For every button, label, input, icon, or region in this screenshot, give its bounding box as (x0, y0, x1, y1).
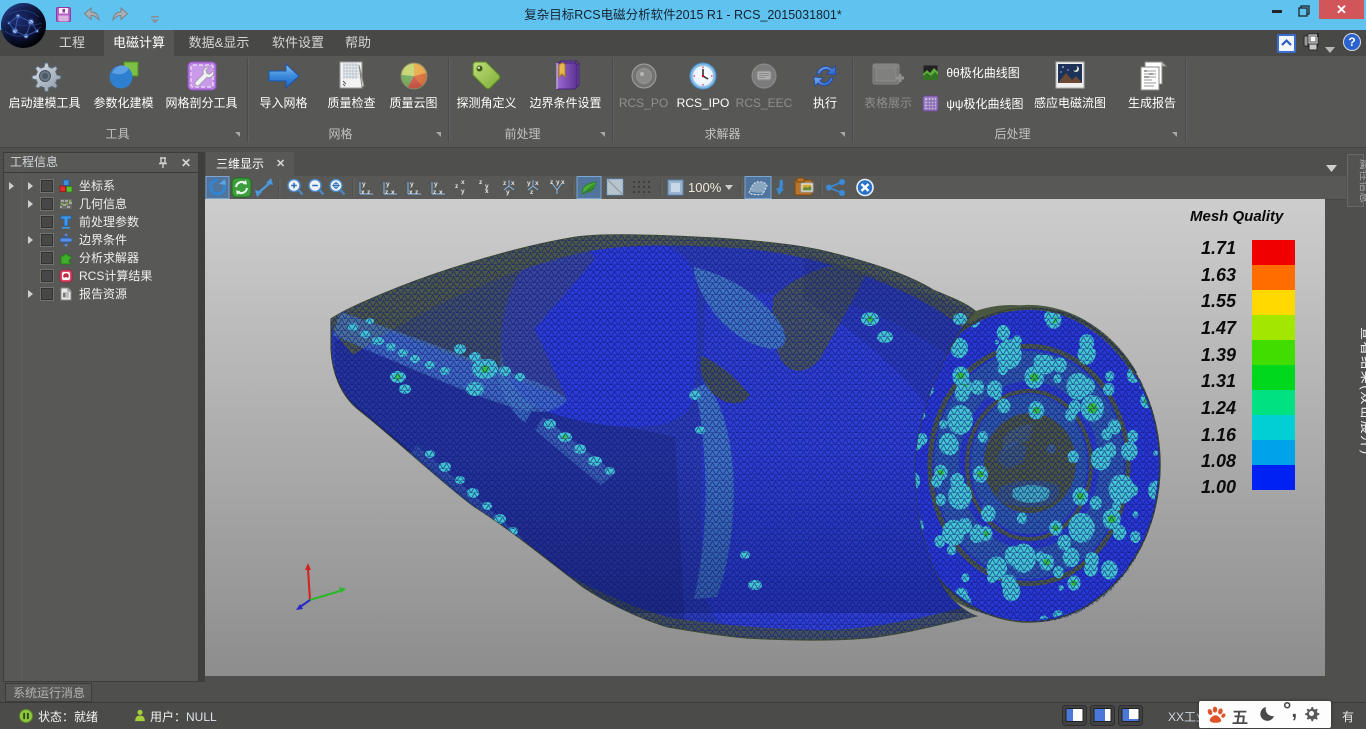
svg-text:y: y (556, 179, 560, 186)
svg-text:z: z (455, 183, 459, 190)
svg-text:x: x (391, 189, 395, 196)
svg-text:x: x (461, 179, 465, 186)
svg-text:100%: 100% (688, 180, 722, 195)
svg-text:x: x (409, 189, 413, 196)
svg-text:z: z (385, 189, 389, 196)
svg-text:z: z (503, 180, 507, 187)
svg-text:y: y (410, 181, 414, 188)
svg-text:查看结果(双击展开): 查看结果(双击展开) (1359, 327, 1366, 456)
svg-text:z: z (530, 189, 534, 196)
svg-text:y: y (434, 181, 438, 188)
svg-text:z: z (479, 179, 483, 186)
svg-text:x: x (511, 180, 515, 187)
svg-text:z: z (433, 189, 437, 196)
svg-text:x: x (439, 189, 443, 196)
svg-text:z: z (367, 189, 371, 196)
svg-text:y: y (386, 181, 390, 188)
svg-text:y: y (506, 189, 510, 196)
svg-text:x: x (485, 188, 489, 195)
svg-text:y: y (527, 180, 531, 187)
svg-text:y: y (362, 181, 366, 188)
svg-text:y: y (461, 188, 465, 195)
svg-text:x: x (561, 179, 565, 186)
svg-text:x: x (361, 189, 365, 196)
svg-text:x: x (535, 180, 539, 187)
svg-text:属性信息: 属性信息 (1358, 159, 1366, 203)
svg-text:z: z (415, 189, 419, 196)
